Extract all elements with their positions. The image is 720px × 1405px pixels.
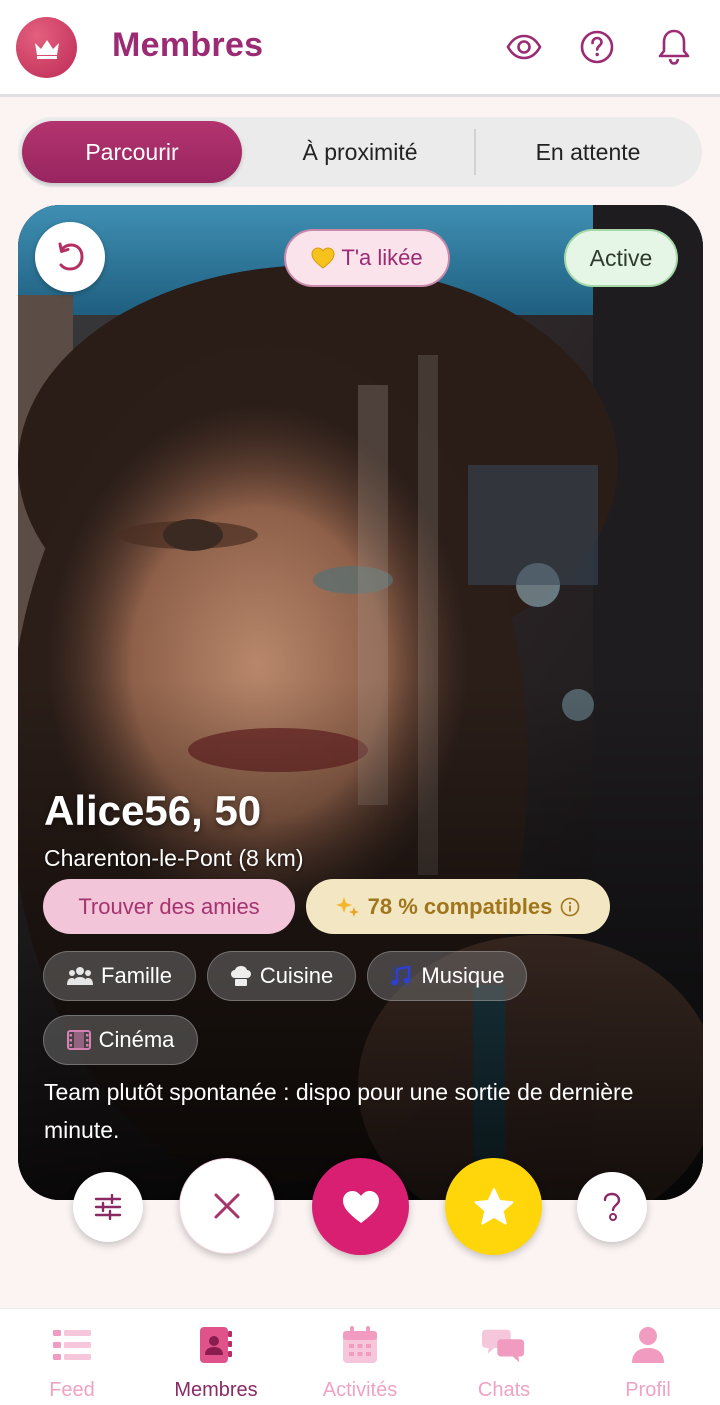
compatibility-chip[interactable]: 78 % compatibles — [306, 879, 610, 934]
status-badge: Active — [564, 229, 678, 287]
nav-item-membres[interactable]: Membres — [144, 1309, 288, 1405]
filters-button[interactable] — [73, 1172, 143, 1242]
goal-chip: Trouver des amies — [43, 879, 295, 934]
contacts-icon — [194, 1323, 238, 1367]
bottom-nav: Feed Membres Activités Chats Profil — [0, 1308, 720, 1405]
notifications-button[interactable] — [654, 27, 694, 67]
browse-tabs: Parcourir À proximité En attente — [18, 117, 702, 187]
interest-chip-cuisine: Cuisine — [207, 951, 356, 1001]
question-icon — [603, 1192, 621, 1221]
filters-icon — [94, 1194, 122, 1220]
crown-icon — [34, 39, 59, 59]
tab-nearby[interactable]: À proximité — [250, 121, 470, 183]
superlike-button[interactable] — [445, 1158, 542, 1255]
interest-label: Cuisine — [259, 963, 334, 988]
interest-chip-musique: Musique — [367, 951, 527, 1001]
liked-you-badge: T'a likée — [284, 229, 450, 287]
tab-divider — [474, 129, 476, 175]
close-icon — [214, 1193, 240, 1219]
calendar-icon — [338, 1323, 382, 1367]
help-circle-icon — [580, 30, 614, 64]
nav-item-activites[interactable]: Activités — [288, 1309, 432, 1405]
interest-label: Musique — [421, 963, 505, 988]
music-note-icon — [390, 965, 413, 987]
interest-label: Famille — [101, 963, 172, 988]
nav-item-feed[interactable]: Feed — [0, 1309, 144, 1405]
nav-item-chats[interactable]: Chats — [432, 1309, 576, 1405]
eye-icon — [506, 34, 542, 60]
nav-label: Feed — [49, 1379, 95, 1401]
sparkles-icon — [335, 896, 359, 917]
film-icon — [66, 1030, 91, 1050]
profile-card[interactable]: T'a likée Active Alice56, 50 Charenton-l… — [18, 205, 703, 1200]
undo-icon — [58, 242, 84, 271]
undo-button[interactable] — [35, 222, 105, 292]
bell-icon — [658, 29, 690, 65]
chat-bubbles-icon — [482, 1323, 526, 1367]
list-icon — [50, 1323, 94, 1367]
profile-name-age: Alice56, 50 — [44, 787, 262, 834]
person-icon — [626, 1323, 670, 1367]
nav-label: Membres — [174, 1379, 258, 1401]
star-icon — [474, 1187, 513, 1225]
liked-you-label: T'a likée — [341, 245, 423, 270]
tab-pending[interactable]: En attente — [478, 121, 698, 183]
nav-item-profil[interactable]: Profil — [576, 1309, 720, 1405]
page-title: Membres — [112, 26, 264, 64]
pass-button[interactable] — [179, 1158, 275, 1254]
heart-icon — [342, 1190, 379, 1223]
profile-visitors-button[interactable] — [504, 27, 544, 67]
nav-label: Activités — [322, 1379, 398, 1401]
help-button[interactable] — [577, 27, 617, 67]
profile-location: Charenton-le-Pont (8 km) — [44, 845, 304, 871]
chef-hat-icon — [230, 966, 251, 986]
family-icon — [67, 967, 94, 985]
compatibility-label: 78 % compatibles — [367, 893, 553, 919]
nav-label: Profil — [625, 1379, 671, 1401]
interest-chip-cinema: Cinéma — [43, 1015, 198, 1065]
app-header: Membres — [0, 0, 720, 97]
tab-browse[interactable]: Parcourir — [22, 121, 242, 183]
question-button[interactable] — [577, 1172, 647, 1242]
info-icon[interactable] — [560, 897, 580, 917]
profile-bio: Team plutôt spontanée : dispo pour une s… — [44, 1079, 634, 1143]
like-button[interactable] — [312, 1158, 409, 1255]
yellow-heart-icon — [311, 247, 335, 269]
interest-chip-famille: Famille — [43, 951, 196, 1001]
nav-label: Chats — [477, 1379, 531, 1401]
premium-logo-button[interactable] — [16, 17, 77, 78]
interest-label: Cinéma — [98, 1027, 175, 1052]
